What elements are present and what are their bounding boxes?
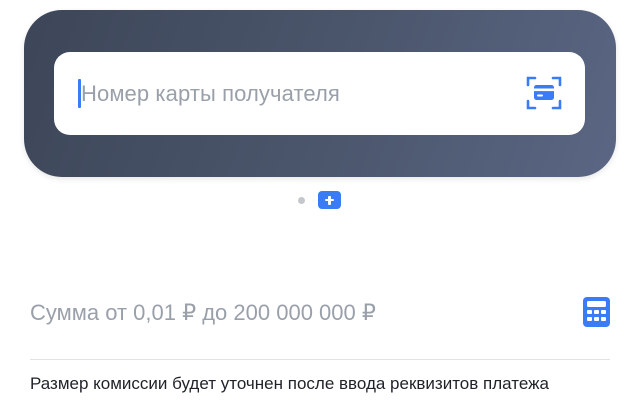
- amount-placeholder: Сумма от 0,01 ₽ до 200 000 000 ₽: [30, 300, 376, 325]
- page-indicator-dot[interactable]: [298, 197, 305, 204]
- card-number-field[interactable]: Номер карты получателя: [54, 52, 585, 135]
- payment-screen: Номер карты получателя Сумма от 0,01 ₽ д…: [0, 0, 640, 414]
- card-scan-icon[interactable]: [526, 75, 562, 111]
- calculator-icon-graphic: [583, 297, 610, 327]
- card-panel: Номер карты получателя: [24, 10, 616, 177]
- amount-field[interactable]: Сумма от 0,01 ₽ до 200 000 000 ₽: [30, 290, 610, 340]
- card-number-placeholder: Номер карты получателя: [81, 81, 340, 106]
- commission-note: Размер комиссии будет уточнен после ввод…: [30, 374, 549, 393]
- divider: [30, 359, 610, 360]
- plus-icon[interactable]: [318, 191, 341, 209]
- card-scan-icon-graphic: [526, 76, 562, 110]
- calculator-icon[interactable]: [583, 297, 610, 327]
- card-pager: [0, 190, 640, 210]
